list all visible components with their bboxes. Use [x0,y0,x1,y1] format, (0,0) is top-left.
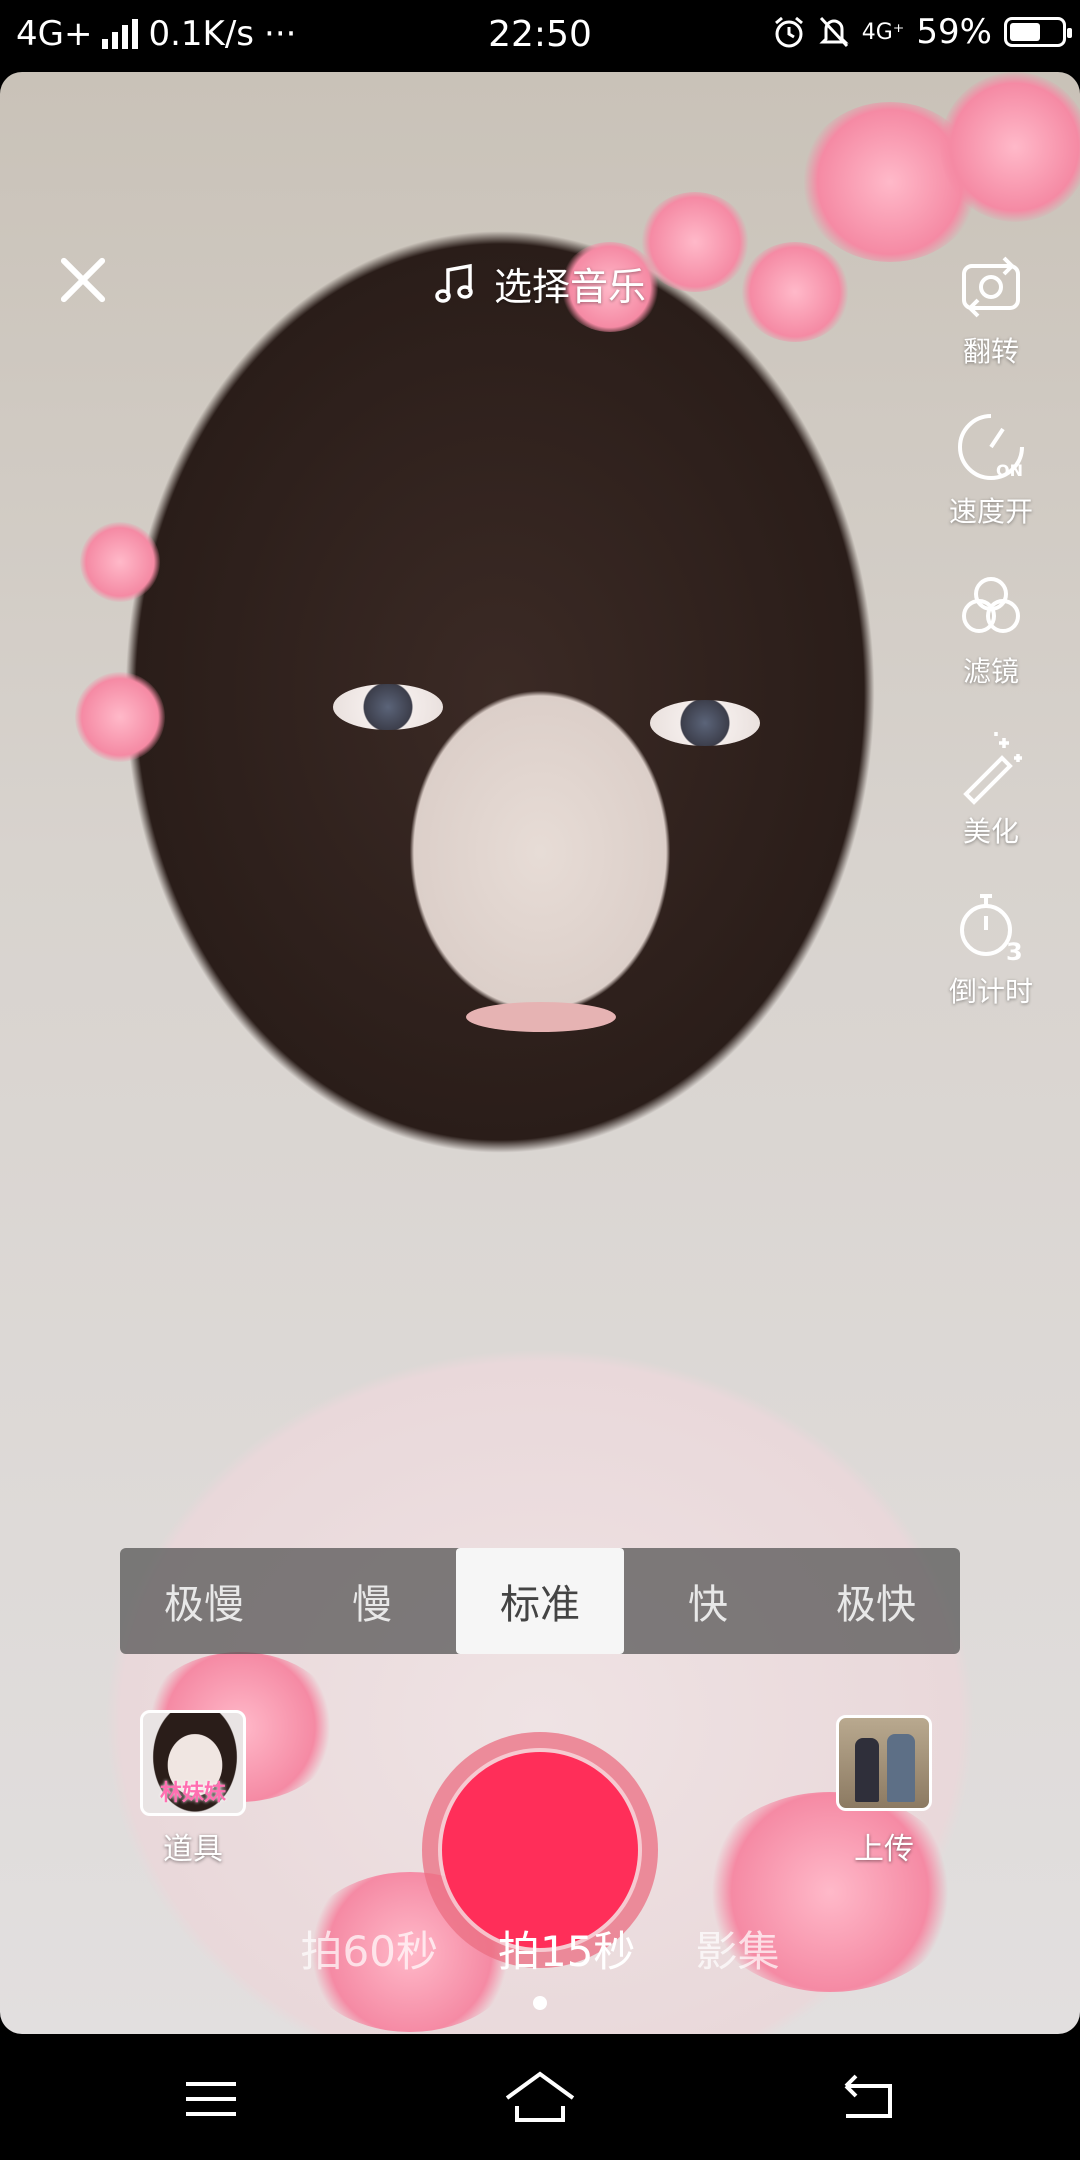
speed-option[interactable]: 极慢 [120,1548,288,1654]
status-bar: 4G+ 0.1K/s ··· 22:50 4G⁺ 59% [0,0,1080,72]
speed-icon: ON [958,414,1024,480]
choose-music-button[interactable]: 选择音乐 [0,256,1080,311]
beauty-button[interactable]: 美化 [952,728,1030,888]
speed-option[interactable]: 标准 [456,1548,624,1654]
choose-music-label: 选择音乐 [493,265,646,309]
filter-button[interactable]: 滤镜 [952,568,1030,728]
battery-percent: 59% [916,12,992,52]
speed-option[interactable]: 极快 [792,1548,960,1654]
speed-toggle-label: 速度开 [948,495,1033,528]
countdown-label: 倒计时 [948,975,1033,1008]
music-note-icon [435,263,473,303]
battery-icon [1004,17,1072,47]
speed-toggle-button[interactable]: ON 速度开 [949,408,1033,568]
speed-option[interactable]: 慢 [288,1548,456,1654]
beauty-label: 美化 [962,815,1019,848]
filter-label: 滤镜 [962,655,1019,688]
flip-camera-button[interactable]: 翻转 [952,248,1030,408]
home-icon[interactable] [495,2064,585,2134]
countdown-timer-icon: 3 [959,894,1023,966]
upload-thumbnail[interactable] [836,1715,932,1811]
beauty-wand-icon [963,732,1022,805]
capture-mode-tabs: 拍60秒 拍15秒 影集 [0,1918,1080,1979]
flip-camera-label: 翻转 [962,335,1019,368]
mode-tab[interactable]: 拍60秒 [301,1918,438,1979]
mode-tab[interactable]: 拍15秒 [498,1918,635,1979]
props-thumbnail[interactable]: 林妹妹 [140,1710,246,1816]
speed-option[interactable]: 快 [624,1548,792,1654]
alarm-icon [774,16,803,48]
system-nav-bar [0,2034,1080,2160]
menu-icon[interactable] [166,2064,256,2134]
mode-tab[interactable]: 影集 [695,1918,779,1979]
svg-text:ON: ON [996,461,1023,480]
upload-label[interactable]: 上传 [804,1824,964,1868]
filter-icon [962,577,1020,633]
speed-selector: 极慢慢标准快极快 [120,1548,960,1654]
network-type-right: 4G⁺ [861,19,905,45]
flip-camera-icon [962,256,1020,318]
countdown-button[interactable]: 3 倒计时 [949,888,1033,1048]
side-toolbar: 翻转 ON 速度开 滤镜 美化 3 倒计时 [922,248,1060,1048]
mute-icon [819,16,849,48]
camera-preview[interactable]: 选择音乐 翻转 ON 速度开 滤镜 美化 3 倒计时 极慢慢标准快极快 林妹妹 … [0,72,1080,2034]
back-icon[interactable] [824,2064,914,2134]
props-thumb-text: 林妹妹 [159,1781,226,1806]
svg-text:3: 3 [1006,938,1023,966]
props-label[interactable]: 道具 [113,1824,273,1868]
active-mode-indicator [533,1996,547,2010]
